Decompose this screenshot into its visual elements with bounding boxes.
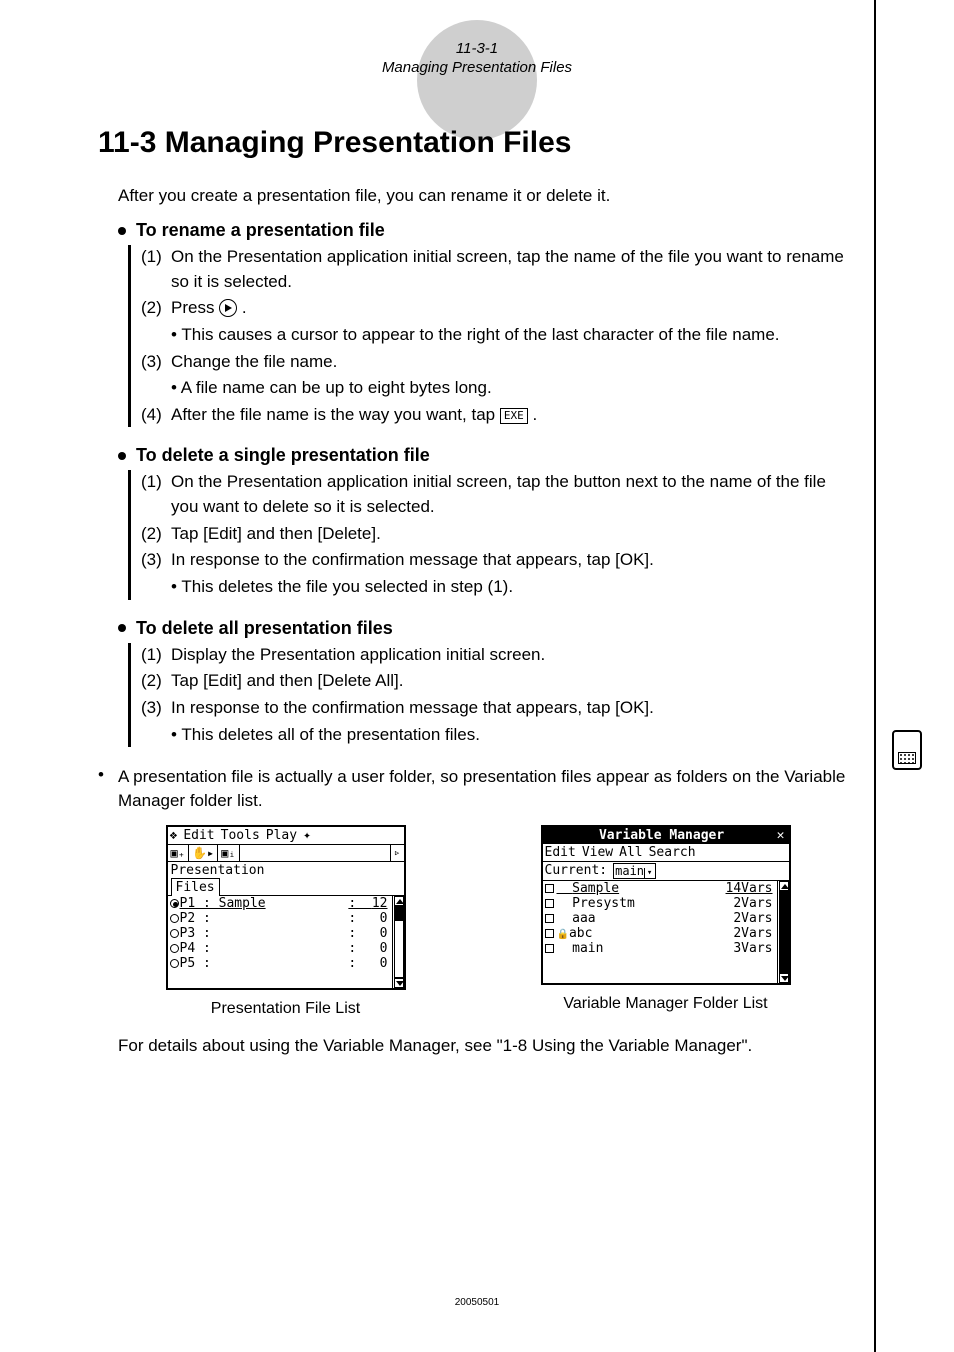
list-row[interactable]: P5 :: 0 (168, 956, 390, 971)
step-text: Press . (171, 296, 858, 321)
step-text: Change the file name. (171, 350, 858, 375)
header-subtitle: Managing Presentation Files (0, 59, 954, 76)
bullet-icon (118, 624, 126, 632)
step-text: On the Presentation application initial … (171, 470, 858, 519)
footer-reference: For details about using the Variable Man… (118, 1036, 858, 1056)
vm-menu-search[interactable]: Search (649, 845, 696, 860)
vm-row[interactable]: Presystm2Vars (543, 896, 775, 911)
step-number: (2) (141, 669, 171, 694)
page-title: 11-3 Managing Presentation Files (98, 126, 858, 160)
radio-icon[interactable] (170, 929, 179, 938)
vm-row[interactable]: 🔒abc2Vars (543, 926, 775, 941)
bullet-icon (118, 452, 126, 460)
scroll-up-icon[interactable] (779, 881, 789, 891)
side-tab-icon (892, 730, 922, 770)
list-row[interactable]: P2 :: 0 (168, 911, 390, 926)
radio-icon[interactable] (170, 944, 179, 953)
vm-menu-edit[interactable]: Edit (545, 845, 576, 860)
section2-title: To delete a single presentation file (136, 445, 430, 466)
step-number: (1) (141, 643, 171, 668)
checkbox-icon[interactable] (545, 899, 554, 908)
substep-text: • A file name can be up to eight bytes l… (171, 376, 858, 401)
vm-menu-all[interactable]: All (619, 845, 642, 860)
vm-row[interactable]: main3Vars (543, 941, 775, 956)
substep-text: • This deletes the file you selected in … (171, 575, 858, 600)
close-icon[interactable]: ✕ (777, 828, 785, 843)
scroll-down-icon[interactable] (779, 973, 789, 983)
after-note: A presentation file is actually a user f… (118, 765, 858, 813)
step-text: In response to the confirmation message … (171, 696, 858, 721)
toolbar-icon-2[interactable]: ✋▸ (189, 845, 218, 861)
step-text: In response to the confirmation message … (171, 548, 858, 573)
vm-menu-view[interactable]: View (582, 845, 613, 860)
lock-icon: 🔒 (557, 929, 569, 940)
list-row-selected[interactable]: P1 : Sample : 12 (168, 896, 390, 911)
page-footer-code: 20050501 (0, 1297, 954, 1308)
current-label: Current: (545, 863, 608, 878)
step-number: (1) (141, 245, 171, 294)
step-text: On the Presentation application initial … (171, 245, 858, 294)
checkbox-icon[interactable] (545, 944, 554, 953)
toolbar-icon-3[interactable]: ▣ᵢ (218, 845, 239, 861)
list-row[interactable]: P4 :: 0 (168, 941, 390, 956)
step-number: (2) (141, 522, 171, 547)
checkbox-icon[interactable] (545, 884, 554, 893)
menu-play[interactable]: Play (266, 828, 297, 843)
vm-row[interactable]: aaa2Vars (543, 911, 775, 926)
exe-key-icon: EXE (500, 408, 528, 424)
section1-title: To rename a presentation file (136, 220, 385, 241)
dropdown-arrow-icon[interactable]: ▾ (644, 868, 654, 878)
scrollbar[interactable] (777, 881, 789, 983)
menu-clover-icon[interactable]: ❖ (170, 828, 178, 843)
step-text: Tap [Edit] and then [Delete]. (171, 522, 858, 547)
menu-tools[interactable]: Tools (221, 828, 260, 843)
fig1-caption: Presentation File List (211, 1000, 360, 1018)
vm-row-selected[interactable]: Sample14Vars (543, 881, 775, 896)
variable-manager-screen: Variable Manager ✕ Edit View All Search … (541, 825, 791, 985)
step-number: (3) (141, 548, 171, 573)
toolbar-expand-icon[interactable]: ▹ (390, 845, 404, 861)
right-arrow-icon (219, 299, 237, 317)
files-tab[interactable]: Files (171, 878, 220, 896)
step-text: Tap [Edit] and then [Delete All]. (171, 669, 858, 694)
tab-label: Presentation (171, 863, 265, 878)
vm-titlebar: Variable Manager ✕ (543, 827, 789, 844)
step-text: Display the Presentation application ini… (171, 643, 858, 668)
step-number: (1) (141, 470, 171, 519)
section3-title: To delete all presentation files (136, 618, 393, 639)
toolbar-icon-1[interactable]: ▣₊ (168, 845, 189, 861)
substep-text: • This deletes all of the presentation f… (171, 723, 858, 748)
current-folder-dropdown[interactable]: main▾ (613, 863, 656, 879)
radio-selected-icon[interactable] (170, 899, 179, 908)
step-text: After the file name is the way you want,… (171, 403, 858, 428)
bullet-icon (118, 227, 126, 235)
header-circle (417, 20, 537, 140)
note-bullet: • (98, 765, 118, 813)
header-page-num: 11-3-1 (0, 40, 954, 57)
list-row[interactable]: P3 :: 0 (168, 926, 390, 941)
step-number: (2) (141, 296, 171, 321)
step-number: (3) (141, 696, 171, 721)
calc-menubar[interactable]: ❖ Edit Tools Play ✦ (168, 827, 404, 845)
intro-text: After you create a presentation file, yo… (118, 186, 858, 206)
step-number: (3) (141, 350, 171, 375)
menu-more-icon[interactable]: ✦ (303, 828, 311, 843)
fig2-caption: Variable Manager Folder List (563, 995, 767, 1013)
vm-menubar[interactable]: Edit View All Search (543, 844, 789, 862)
step-number: (4) (141, 403, 171, 428)
checkbox-icon[interactable] (545, 929, 554, 938)
scrollbar[interactable] (392, 896, 404, 988)
substep-text: • This causes a cursor to appear to the … (171, 323, 858, 348)
checkbox-icon[interactable] (545, 914, 554, 923)
scroll-down-icon[interactable] (394, 978, 404, 988)
scroll-up-icon[interactable] (394, 896, 404, 906)
menu-edit[interactable]: Edit (183, 828, 214, 843)
radio-icon[interactable] (170, 914, 179, 923)
radio-icon[interactable] (170, 959, 179, 968)
presentation-list-screen: ❖ Edit Tools Play ✦ ▣₊ ✋▸ ▣ᵢ ▹ Pres (166, 825, 406, 990)
